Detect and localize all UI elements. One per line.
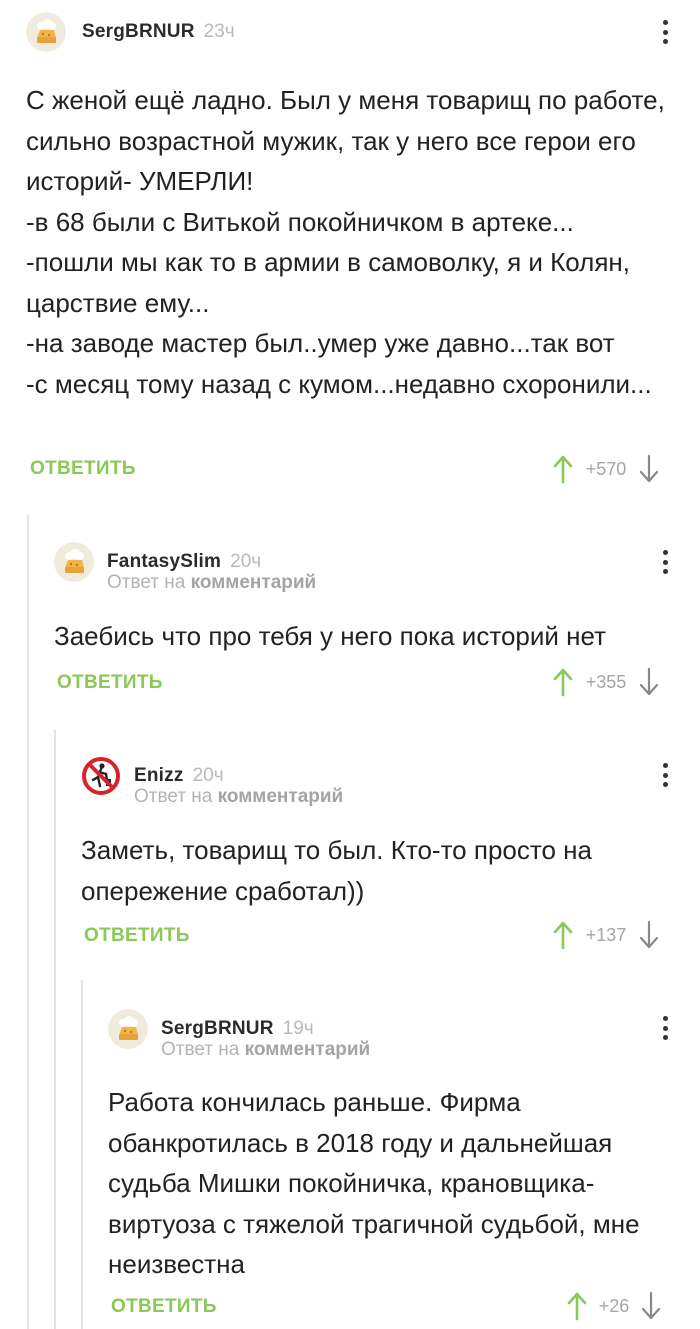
downvote-arrow-icon[interactable] <box>638 667 660 697</box>
reply-to-target: комментарий <box>244 1039 371 1060</box>
vote-controls: +137 <box>552 920 660 950</box>
reply-to-prefix: Ответ на <box>107 572 186 593</box>
upvote-arrow-icon[interactable] <box>552 920 574 950</box>
rating-score: +26 <box>598 1295 630 1316</box>
downvote-arrow-icon[interactable] <box>638 454 660 484</box>
rating-score: +570 <box>585 458 627 479</box>
more-options-icon[interactable] <box>655 17 675 47</box>
cake-avatar-icon[interactable] <box>108 1009 148 1049</box>
more-options-icon[interactable] <box>655 547 675 577</box>
reply-to-link[interactable]: Ответ на комментарий <box>161 1039 370 1061</box>
downvote-arrow-icon[interactable] <box>638 920 660 950</box>
username[interactable]: FantasySlim <box>107 551 221 573</box>
cake-avatar-icon[interactable] <box>54 542 94 582</box>
reply-button[interactable]: ОТВЕТИТЬ <box>84 925 190 947</box>
thread-line-level-3 <box>81 980 83 1329</box>
timestamp: 20ч <box>230 551 262 572</box>
reply-to-link[interactable]: Ответ на комментарий <box>107 572 316 594</box>
thread-line-level-1 <box>27 515 29 1329</box>
rating-score: +137 <box>585 924 627 945</box>
reply-button[interactable]: ОТВЕТИТЬ <box>111 1296 217 1318</box>
reply-to-prefix: Ответ на <box>134 786 213 807</box>
vote-controls: +355 <box>552 667 660 697</box>
more-options-icon[interactable] <box>655 760 675 790</box>
timestamp: 23ч <box>203 21 235 42</box>
downvote-arrow-icon[interactable] <box>640 1291 662 1321</box>
vote-controls: +26 <box>566 1291 662 1321</box>
rating-score: +355 <box>585 671 627 692</box>
reply-to-target: комментарий <box>217 786 344 807</box>
username[interactable]: SergBRNUR <box>82 21 195 43</box>
timestamp: 19ч <box>282 1018 314 1039</box>
username[interactable]: Enizz <box>134 765 184 787</box>
upvote-arrow-icon[interactable] <box>566 1291 588 1321</box>
comment-text: Работа кончилась раньше. Фирма обанкроти… <box>108 1087 640 1279</box>
username[interactable]: SergBRNUR <box>161 1018 274 1040</box>
more-options-icon[interactable] <box>655 1013 675 1043</box>
upvote-arrow-icon[interactable] <box>552 454 574 484</box>
no-littering-sign-avatar-icon[interactable] <box>81 756 121 796</box>
reply-button[interactable]: ОТВЕТИТЬ <box>57 672 163 694</box>
comment-text: Заметь, товарищ то был. Кто-то просто на… <box>81 835 592 906</box>
reply-to-prefix: Ответ на <box>161 1039 240 1060</box>
thread-line-level-2 <box>54 730 56 1329</box>
comment-text: Заебись что про тебя у него пока историй… <box>54 621 606 651</box>
comment-text: С женой ещё ладно. Был у меня товарищ по… <box>26 85 665 399</box>
reply-to-link[interactable]: Ответ на комментарий <box>134 786 343 808</box>
timestamp: 20ч <box>192 765 224 786</box>
upvote-arrow-icon[interactable] <box>552 667 574 697</box>
vote-controls: +570 <box>552 454 660 484</box>
reply-to-target: комментарий <box>190 572 317 593</box>
comment-header: SergBRNUR 23ч <box>26 12 235 52</box>
reply-button[interactable]: ОТВЕТИТЬ <box>30 458 136 480</box>
cake-avatar-icon[interactable] <box>26 12 66 52</box>
